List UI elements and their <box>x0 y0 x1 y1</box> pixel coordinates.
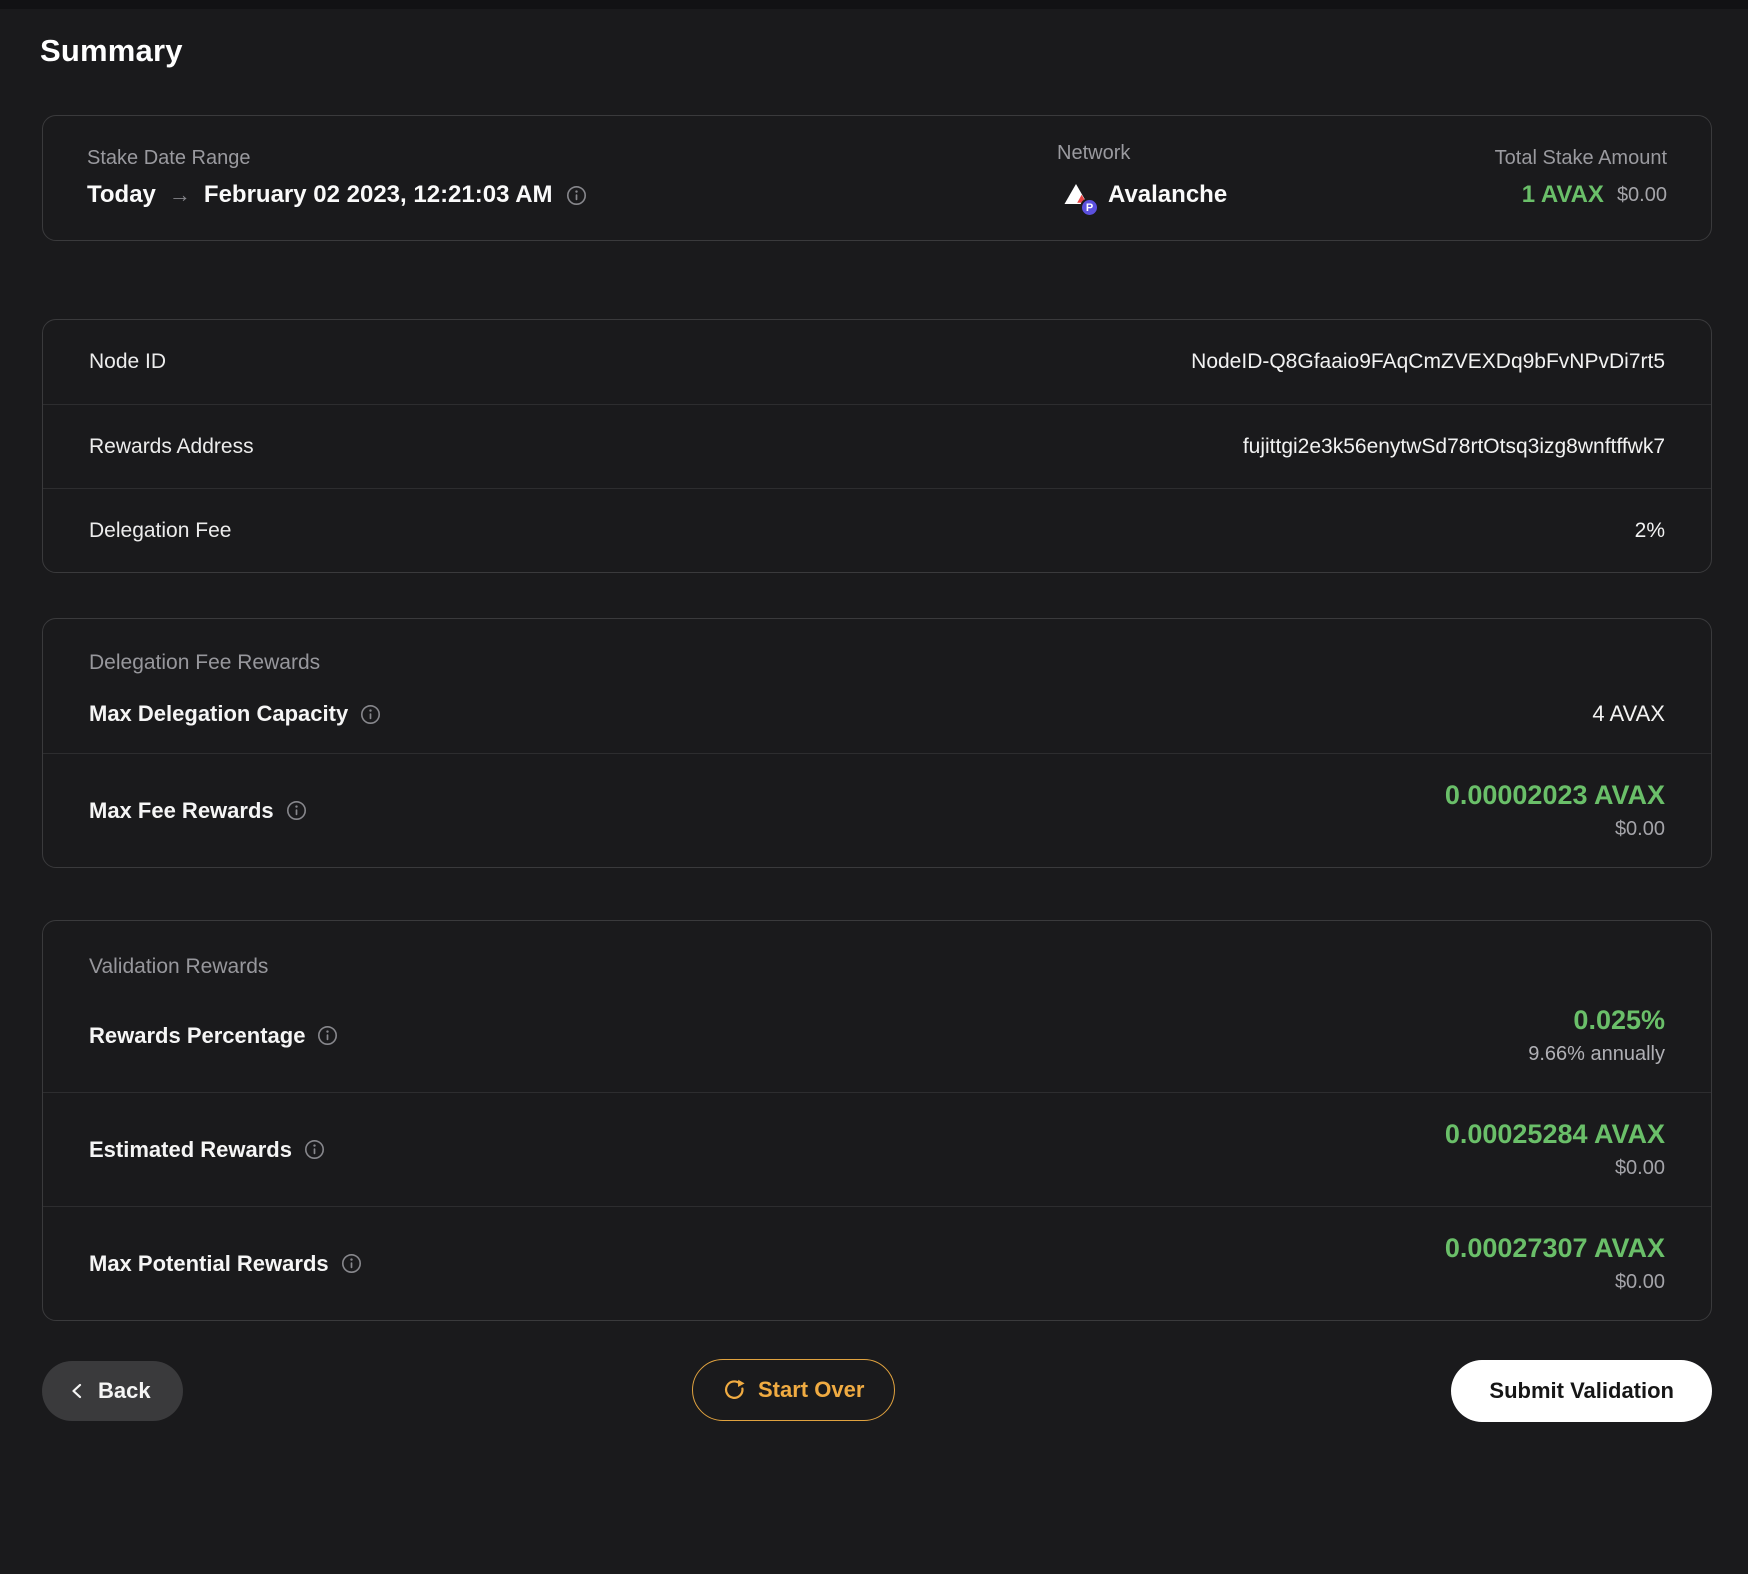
p-chain-badge: P <box>1080 198 1099 217</box>
chevron-left-icon <box>68 1381 86 1401</box>
stake-date-range-column: Stake Date Range Today → February 02 202… <box>87 147 1057 209</box>
node-id-value: NodeID-Q8Gfaaio9FAqCmZVEXDq9bFvNPvDi7rt5 <box>1191 350 1665 373</box>
estimated-rewards-usd: $0.00 <box>1614 1157 1665 1179</box>
total-stake-amount: 1 AVAX <box>1521 181 1604 208</box>
stake-date-info-icon[interactable] <box>566 185 587 206</box>
back-button[interactable]: Back <box>42 1361 183 1421</box>
max-fee-rewards-row: Max Fee Rewards 0.00002023 AVAX $0.00 <box>43 753 1711 867</box>
max-potential-rewards-value: 0.00027307 AVAX <box>1444 1233 1665 1263</box>
stake-date-to: February 02 2023, 12:21:03 AM <box>203 181 553 208</box>
estimated-rewards-row: Estimated Rewards 0.00025284 AVAX $0.00 <box>43 1092 1711 1206</box>
network-label: Network <box>1057 142 1131 164</box>
max-fee-rewards-info-icon[interactable] <box>286 800 307 821</box>
estimated-rewards-value: 0.00025284 AVAX <box>1444 1119 1665 1149</box>
delegation-fee-value: 2% <box>1634 518 1665 542</box>
validation-rewards-card: Validation Rewards Rewards Percentage 0.… <box>42 920 1712 1321</box>
rewards-percentage-annual: 9.66% annually <box>1528 1043 1665 1065</box>
refresh-icon <box>723 1379 746 1402</box>
max-fee-rewards-value: 0.00002023 AVAX <box>1444 780 1665 810</box>
max-delegation-capacity-value: 4 AVAX <box>1592 701 1665 726</box>
submit-validation-label: Submit Validation <box>1489 1378 1674 1403</box>
delegation-fee-label: Delegation Fee <box>89 518 232 542</box>
max-delegation-capacity-info-icon[interactable] <box>360 704 381 725</box>
submit-validation-button[interactable]: Submit Validation <box>1451 1360 1712 1422</box>
start-over-button-label: Start Over <box>758 1377 865 1402</box>
stake-date-range-label: Stake Date Range <box>87 147 251 169</box>
rewards-address-value: fujittgi2e3k56enytwSd78rtOtsq3izg8wnftff… <box>1242 434 1665 458</box>
arrow-right-icon: → <box>168 182 191 207</box>
max-potential-rewards-info-icon[interactable] <box>341 1253 362 1274</box>
table-row-rewards-address: Rewards Address fujittgi2e3k56enytwSd78r… <box>43 404 1711 488</box>
validation-rewards-title: Validation Rewards <box>89 955 269 978</box>
avalanche-logo-icon: P <box>1057 176 1099 217</box>
rewards-address-label: Rewards Address <box>89 434 254 458</box>
max-potential-rewards-usd: $0.00 <box>1614 1271 1665 1293</box>
stake-summary-card: Stake Date Range Today → February 02 202… <box>42 115 1712 241</box>
delegation-fee-rewards-title: Delegation Fee Rewards <box>89 651 321 674</box>
max-delegation-capacity-row: Max Delegation Capacity 4 AVAX <box>43 675 1711 753</box>
table-row-node-id: Node ID NodeID-Q8Gfaaio9FAqCmZVEXDq9bFvN… <box>43 320 1711 404</box>
node-details-table: Node ID NodeID-Q8Gfaaio9FAqCmZVEXDq9bFvN… <box>42 319 1712 573</box>
back-button-label: Back <box>98 1378 151 1403</box>
page-title: Summary <box>40 33 183 68</box>
start-over-button[interactable]: Start Over <box>692 1359 896 1421</box>
delegation-fee-rewards-card: Delegation Fee Rewards Max Delegation Ca… <box>42 618 1712 868</box>
stake-date-from: Today <box>87 181 156 208</box>
total-stake-label: Total Stake Amount <box>1494 147 1667 169</box>
table-row-delegation-fee: Delegation Fee 2% <box>43 488 1711 572</box>
rewards-percentage-row: Rewards Percentage 0.025% 9.66% annually <box>43 979 1711 1092</box>
max-delegation-capacity-label: Max Delegation Capacity <box>89 701 349 726</box>
window-top-edge <box>0 0 1748 9</box>
max-potential-rewards-label: Max Potential Rewards <box>89 1250 329 1276</box>
network-column: Network P Avalanche <box>1057 142 1417 217</box>
rewards-percentage-value: 0.025% <box>1573 1005 1665 1035</box>
network-name: Avalanche <box>1108 181 1228 208</box>
max-fee-rewards-label: Max Fee Rewards <box>89 797 274 823</box>
max-fee-rewards-usd: $0.00 <box>1614 818 1665 840</box>
estimated-rewards-info-icon[interactable] <box>304 1139 325 1160</box>
total-stake-column: Total Stake Amount 1 AVAX $0.00 <box>1417 147 1667 209</box>
max-potential-rewards-row: Max Potential Rewards 0.00027307 AVAX $0… <box>43 1206 1711 1320</box>
node-id-label: Node ID <box>89 350 167 373</box>
total-stake-usd: $0.00 <box>1616 183 1667 206</box>
rewards-percentage-info-icon[interactable] <box>317 1025 338 1046</box>
rewards-percentage-label: Rewards Percentage <box>89 1022 306 1048</box>
footer-actions: Back Start Over Submit Validation <box>42 1359 1712 1423</box>
estimated-rewards-label: Estimated Rewards <box>89 1136 292 1162</box>
